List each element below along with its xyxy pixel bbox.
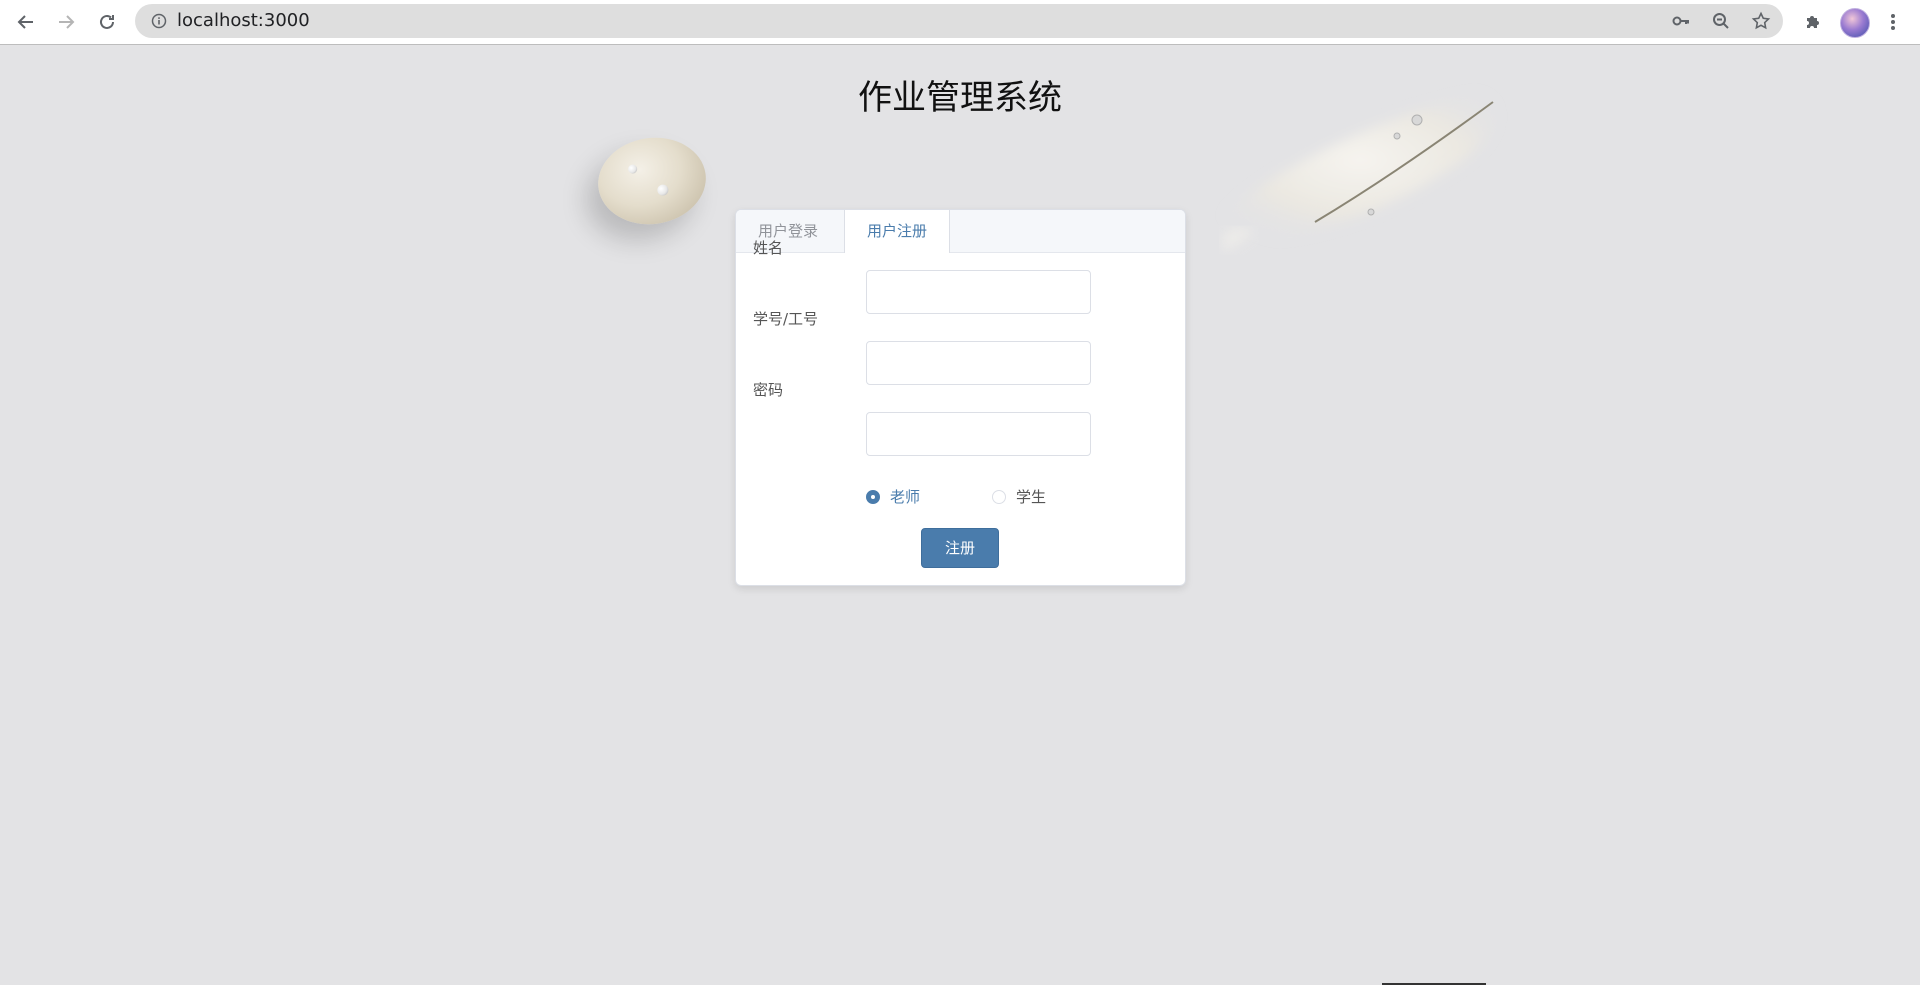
address-url[interactable]: localhost:3000: [177, 4, 310, 38]
role-radio-teacher[interactable]: 老师: [866, 486, 920, 507]
more-menu-icon[interactable]: [1879, 8, 1907, 36]
auth-tabs: 用户登录 用户注册: [736, 210, 1185, 253]
radio-label-student: 学生: [1016, 488, 1047, 506]
radio-label-teacher: 老师: [890, 488, 921, 506]
radio-unchecked-icon: [992, 489, 1006, 504]
feather-decoration: [1195, 92, 1495, 252]
register-button[interactable]: 注册: [921, 528, 999, 568]
tab-register[interactable]: 用户注册: [844, 210, 951, 253]
reload-button[interactable]: [91, 6, 123, 38]
profile-avatar[interactable]: [1840, 8, 1870, 38]
bookmark-star-icon[interactable]: [1749, 9, 1773, 33]
id-number-input[interactable]: [866, 341, 1091, 385]
password-input[interactable]: [866, 412, 1091, 456]
key-icon[interactable]: [1669, 9, 1693, 33]
zoom-out-icon[interactable]: [1709, 9, 1733, 33]
forward-arrow-icon: [59, 15, 75, 29]
site-info-icon[interactable]: [147, 9, 171, 33]
back-arrow-icon: [17, 15, 33, 29]
back-button[interactable]: [10, 6, 42, 38]
pebble-decoration: [592, 130, 712, 232]
forward-button[interactable]: [50, 6, 82, 38]
browser-toolbar: localhost:3000: [0, 0, 1920, 45]
extensions-puzzle-icon[interactable]: [1799, 8, 1827, 36]
tab-login[interactable]: 用户登录: [736, 210, 840, 252]
name-label: 姓名: [753, 239, 784, 257]
password-label: 密码: [753, 381, 784, 399]
id-number-label: 学号/工号: [753, 310, 819, 328]
radio-checked-icon: [866, 489, 880, 504]
role-radio-student[interactable]: 学生: [992, 486, 1046, 507]
water-drop: [656, 183, 670, 197]
address-bar[interactable]: localhost:3000: [135, 4, 1783, 38]
reload-icon: [100, 14, 114, 29]
name-input[interactable]: [866, 270, 1091, 314]
water-drop: [627, 163, 638, 175]
page-title: 作业管理系统: [858, 78, 1062, 118]
register-card: 用户登录 用户注册 姓名 学号/工号 密码 老师 学生 注册: [735, 209, 1186, 586]
